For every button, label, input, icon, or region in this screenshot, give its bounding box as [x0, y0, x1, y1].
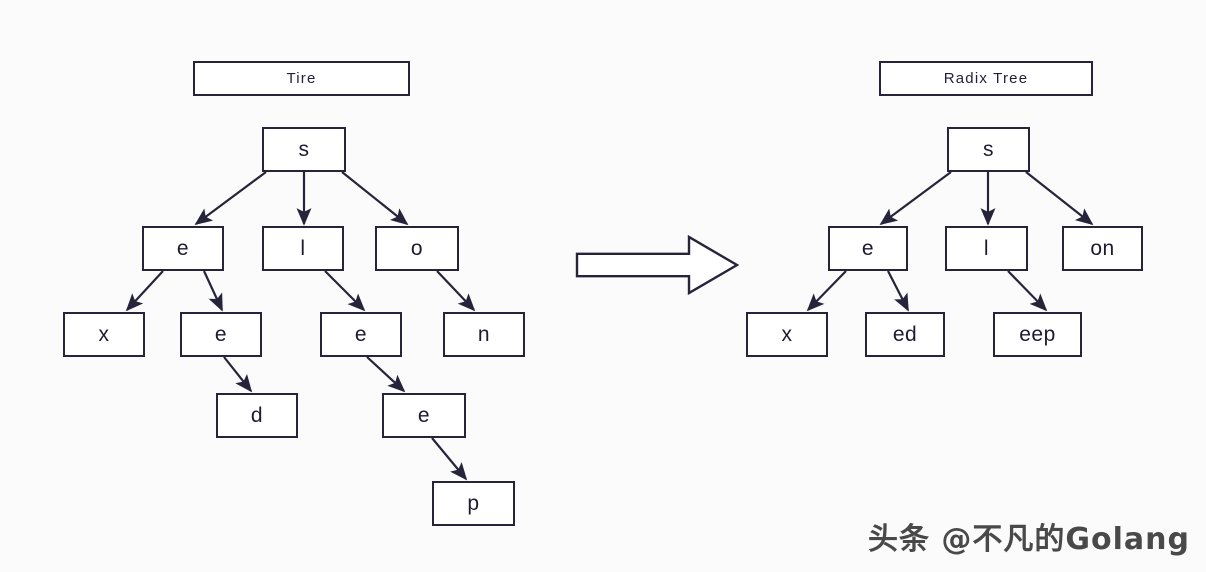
- tree-node-r-eep: eep: [993, 312, 1082, 357]
- connector-l-e2-to-l-d: [223, 356, 253, 393]
- tree-node-l-s: s: [262, 127, 346, 172]
- tree-node-label: o: [410, 237, 424, 260]
- tree-node-label: ed: [892, 323, 918, 346]
- tree-node-label: x: [781, 323, 793, 346]
- tree-node-r-ed: ed: [865, 312, 945, 357]
- tree-node-label: l: [983, 237, 990, 260]
- tree-node-label: n: [477, 323, 491, 346]
- tree-node-r-on: on: [1062, 226, 1143, 271]
- tree-node-label: x: [98, 323, 110, 346]
- tree-node-label: s: [298, 138, 310, 161]
- tree-node-label: s: [983, 138, 994, 161]
- tree-node-l-e4: e: [382, 393, 466, 438]
- tree-node-l-l: l: [262, 226, 344, 271]
- tree-node-label: e: [214, 323, 228, 346]
- tree-node-r-e: e: [828, 226, 908, 271]
- connector-l-e1-to-l-e2: [203, 270, 223, 312]
- left-diagram-title-box: Tire: [193, 61, 410, 96]
- connector-r-s-to-r-e: [879, 171, 952, 226]
- connector-l-e4-to-l-p: [431, 437, 468, 481]
- tree-node-label: d: [250, 404, 264, 427]
- right-diagram-title-label: Radix Tree: [943, 70, 1029, 87]
- connector-l-e1-to-l-x: [125, 270, 164, 312]
- tree-node-label: e: [417, 404, 431, 427]
- connector-r-l-to-r-eep: [1007, 270, 1048, 312]
- tree-node-l-e2: e: [180, 312, 262, 357]
- diagram-canvas: Tire Radix Tree s e l o x e e n d e p s e l on x ed eep 头…: [0, 0, 1206, 572]
- connector-l-l-to-l-e3: [324, 270, 366, 312]
- tree-node-r-l: l: [945, 226, 1028, 271]
- tree-node-label: eep: [1019, 323, 1056, 346]
- tree-node-l-n: n: [443, 312, 525, 357]
- connector-r-e-to-r-ed: [887, 270, 909, 312]
- connector-l-s-to-l-e1: [194, 171, 267, 226]
- tree-node-label: e: [861, 237, 875, 260]
- tree-node-l-d: d: [216, 393, 298, 438]
- tree-node-l-p: p: [432, 481, 515, 526]
- block-arrow-right-icon: [575, 234, 740, 296]
- connector-r-e-to-r-x: [806, 270, 847, 312]
- connector-l-s-to-l-o: [341, 171, 409, 226]
- tree-node-r-x: x: [746, 312, 828, 357]
- block-arrow-right-shape: [575, 234, 740, 296]
- connector-l-e3-to-l-e4: [366, 356, 406, 393]
- tree-node-l-e1: e: [142, 226, 224, 271]
- tree-node-label: l: [300, 237, 306, 260]
- tree-node-l-x: x: [63, 312, 145, 357]
- tree-node-label: e: [354, 323, 368, 346]
- watermark: 头条 @不凡的Golang: [867, 522, 1190, 557]
- tree-node-label: e: [176, 237, 190, 260]
- left-diagram-title-label: Tire: [286, 70, 317, 87]
- tree-node-label: on: [1090, 237, 1115, 260]
- tree-node-label: p: [467, 492, 480, 515]
- connector-r-s-to-r-on: [1025, 171, 1094, 226]
- tree-node-l-e3: e: [320, 312, 402, 357]
- connector-l-o-to-l-n: [436, 270, 476, 312]
- tree-node-l-o: o: [375, 226, 459, 271]
- right-diagram-title-box: Radix Tree: [879, 61, 1093, 96]
- tree-node-r-s: s: [947, 127, 1030, 172]
